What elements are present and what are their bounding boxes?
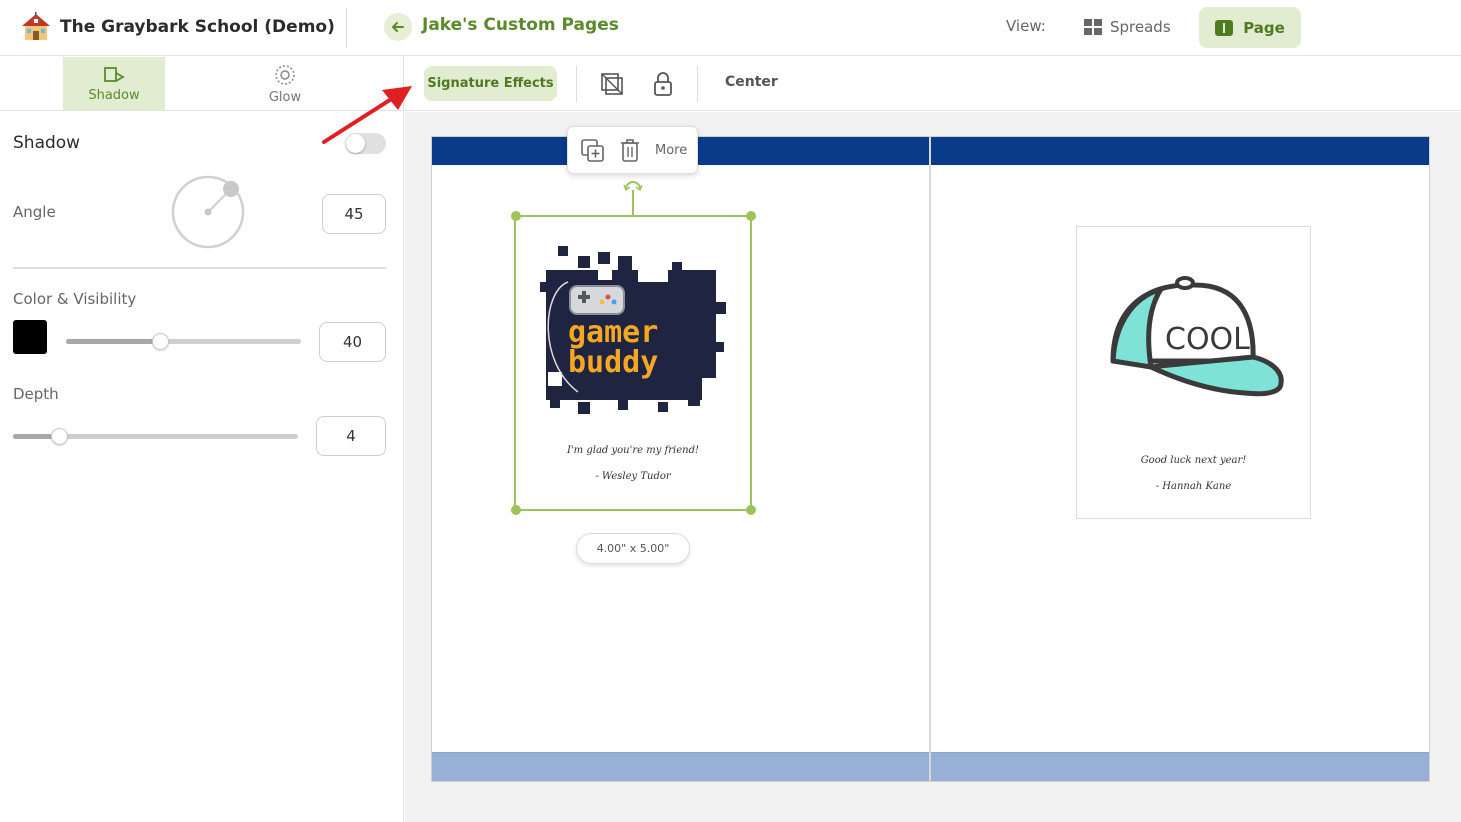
school-house-icon bbox=[22, 12, 50, 40]
top-bar: The Graybark School (Demo) Jake's Custom… bbox=[0, 0, 1461, 56]
signature-effects-button[interactable]: Signature Effects bbox=[424, 66, 557, 101]
depth-label: Depth bbox=[13, 385, 59, 403]
resize-handle-tl[interactable] bbox=[511, 211, 521, 221]
card-message-right: Good luck next year! bbox=[1140, 455, 1247, 466]
selection-box bbox=[514, 215, 752, 511]
visibility-slider-fill bbox=[66, 339, 160, 344]
duplicate-button[interactable] bbox=[580, 137, 606, 165]
resize-handle-tr[interactable] bbox=[746, 211, 756, 221]
angle-label: Angle bbox=[13, 203, 56, 221]
visibility-slider-thumb[interactable] bbox=[152, 333, 169, 350]
delete-button[interactable] bbox=[618, 137, 642, 165]
resize-handle-br[interactable] bbox=[746, 505, 756, 515]
shadow-icon bbox=[104, 66, 125, 82]
rotate-handle[interactable] bbox=[620, 180, 646, 216]
spread-spine bbox=[929, 137, 931, 781]
glow-icon bbox=[275, 64, 295, 85]
grid-icon bbox=[1084, 19, 1102, 35]
school-header[interactable]: The Graybark School (Demo) bbox=[20, 12, 335, 42]
page-view-button[interactable]: Page bbox=[1199, 7, 1301, 48]
depth-slider[interactable] bbox=[13, 428, 298, 445]
element-context-menu: More bbox=[567, 126, 698, 174]
toolbar-divider-2 bbox=[697, 66, 698, 102]
page-title: Jake's Custom Pages bbox=[422, 15, 619, 35]
card-signature-right: - Hannah Kane bbox=[1155, 481, 1232, 492]
center-button[interactable]: Center bbox=[725, 74, 778, 90]
annotation-arrow bbox=[322, 86, 412, 144]
trash-icon bbox=[621, 139, 639, 162]
visibility-slider[interactable] bbox=[66, 333, 301, 350]
visibility-input[interactable]: 40 bbox=[319, 322, 386, 362]
spreads-label: Spreads bbox=[1110, 18, 1171, 36]
cool-word: COOL bbox=[1165, 322, 1250, 357]
cool-cap-art: COOL bbox=[1110, 276, 1284, 397]
page-icon bbox=[1215, 19, 1234, 36]
more-button[interactable]: More bbox=[655, 143, 687, 158]
back-button[interactable] bbox=[384, 13, 412, 41]
duplicate-icon bbox=[581, 139, 604, 162]
panel-divider bbox=[13, 267, 386, 269]
editor-toolbar: Signature Effects Center bbox=[405, 56, 1461, 111]
size-indicator: 4.00" x 5.00" bbox=[576, 533, 690, 564]
lock-button[interactable] bbox=[648, 69, 678, 99]
angle-dial[interactable] bbox=[170, 174, 250, 254]
angle-input[interactable]: 45 bbox=[322, 194, 386, 234]
shadow-color-swatch[interactable] bbox=[13, 320, 47, 354]
tab-shadow-label: Shadow bbox=[88, 87, 140, 103]
spreads-view-button[interactable]: Spreads bbox=[1072, 7, 1183, 47]
tab-glow-label: Glow bbox=[268, 89, 302, 105]
signature-card-right[interactable]: COOL Good luck next year! - Hannah Kane bbox=[1076, 226, 1311, 519]
resize-handle-bl[interactable] bbox=[511, 505, 521, 515]
depth-input[interactable]: 4 bbox=[316, 416, 386, 456]
depth-slider-thumb[interactable] bbox=[51, 428, 68, 445]
color-visibility-label: Color & Visibility bbox=[13, 290, 137, 308]
view-label: View: bbox=[1006, 17, 1046, 35]
tab-shadow[interactable]: Shadow bbox=[63, 57, 165, 111]
layers-button[interactable] bbox=[597, 69, 627, 99]
lock-icon bbox=[654, 72, 672, 96]
toolbar-divider bbox=[576, 66, 577, 102]
header-divider bbox=[346, 8, 347, 48]
arrow-left-icon bbox=[392, 22, 404, 32]
effects-panel: Shadow Glow Shadow Angle 45 Color & Visi… bbox=[0, 56, 404, 822]
shadow-heading: Shadow bbox=[13, 133, 81, 153]
layers-icon bbox=[601, 73, 623, 95]
page-label: Page bbox=[1243, 18, 1285, 37]
school-name: The Graybark School (Demo) bbox=[60, 17, 335, 37]
